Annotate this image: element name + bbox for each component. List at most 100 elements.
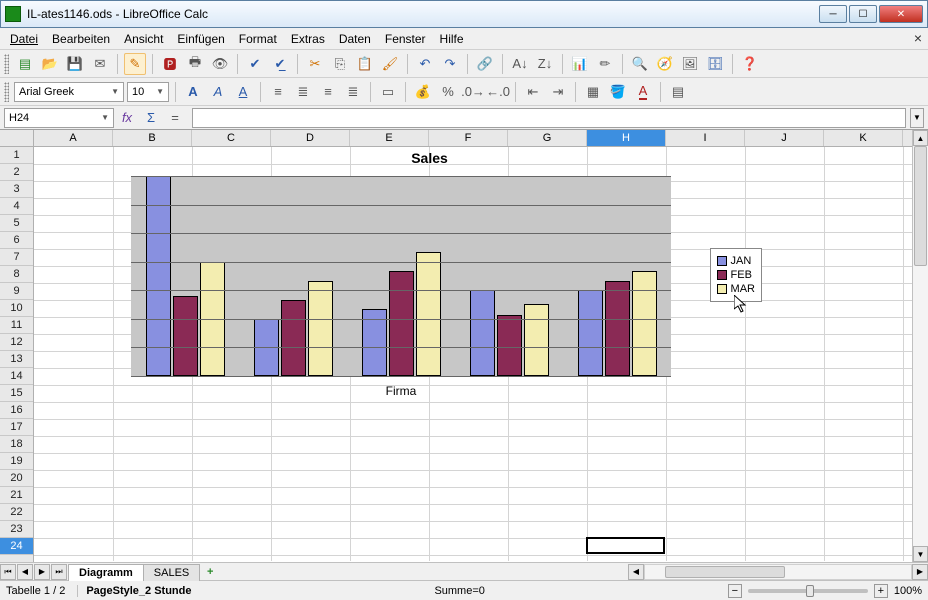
row-header-4[interactable]: 4 xyxy=(0,198,33,215)
chart-button[interactable]: 📊 xyxy=(569,53,591,75)
sum-button[interactable]: Σ xyxy=(140,107,162,129)
column-header-i[interactable]: I xyxy=(666,130,745,146)
row-header-1[interactable]: 1 xyxy=(0,147,33,164)
tab-next-button[interactable]: ▶ xyxy=(34,564,50,580)
row-header-6[interactable]: 6 xyxy=(0,232,33,249)
equals-button[interactable]: = xyxy=(164,107,186,129)
row-header-7[interactable]: 7 xyxy=(0,249,33,266)
paste-button[interactable]: 📋 xyxy=(354,53,376,75)
save-button[interactable]: 💾 xyxy=(64,53,86,75)
row-header-10[interactable]: 10 xyxy=(0,300,33,317)
merge-cells-button[interactable]: ▭ xyxy=(377,81,399,103)
scroll-thumb[interactable] xyxy=(914,146,927,266)
column-header-g[interactable]: G xyxy=(508,130,587,146)
vertical-scrollbar[interactable]: ▲ ▼ xyxy=(912,130,928,562)
function-wizard-button[interactable]: fx xyxy=(116,107,138,129)
toggle-grid-button[interactable]: ▤ xyxy=(667,81,689,103)
row-header-13[interactable]: 13 xyxy=(0,351,33,368)
scroll-left-button[interactable]: ◀ xyxy=(628,564,644,580)
export-pdf-button[interactable]: 🅿 xyxy=(159,53,181,75)
italic-button[interactable]: A xyxy=(207,81,229,103)
cell-grid[interactable]: Sales Firma JAN FEB MAR xyxy=(34,147,912,561)
find-button[interactable]: 🔍 xyxy=(629,53,651,75)
toolbar-grip[interactable] xyxy=(4,82,9,102)
menu-bearbeiten[interactable]: Bearbeiten xyxy=(46,30,116,48)
show-draw-button[interactable]: ✏ xyxy=(594,53,616,75)
sheet-tab-sales[interactable]: SALES xyxy=(143,564,200,581)
column-header-k[interactable]: K xyxy=(824,130,903,146)
menu-datei[interactable]: Datei xyxy=(4,30,44,48)
borders-button[interactable]: ▦ xyxy=(582,81,604,103)
redo-button[interactable]: ↷ xyxy=(439,53,461,75)
add-sheet-button[interactable]: + xyxy=(203,565,217,579)
font-size-combo[interactable]: 10▼ xyxy=(127,82,169,102)
row-header-24[interactable]: 24 xyxy=(0,538,33,555)
edit-mode-button[interactable]: ✎ xyxy=(124,53,146,75)
row-header-15[interactable]: 15 xyxy=(0,385,33,402)
row-header-18[interactable]: 18 xyxy=(0,436,33,453)
column-header-a[interactable]: A xyxy=(34,130,113,146)
datasources-button[interactable]: 🗄 xyxy=(704,53,726,75)
sheet-tab-diagramm[interactable]: Diagramm xyxy=(68,564,144,581)
menu-format[interactable]: Format xyxy=(233,30,283,48)
align-center-button[interactable]: ≣ xyxy=(292,81,314,103)
add-decimal-button[interactable]: .0→ xyxy=(462,81,484,103)
row-header-16[interactable]: 16 xyxy=(0,402,33,419)
select-all-corner[interactable] xyxy=(0,130,33,147)
column-header-f[interactable]: F xyxy=(429,130,508,146)
scroll-right-button[interactable]: ▶ xyxy=(912,564,928,580)
row-header-8[interactable]: 8 xyxy=(0,266,33,283)
window-minimize-button[interactable]: ─ xyxy=(819,5,847,23)
menu-fenster[interactable]: Fenster xyxy=(379,30,432,48)
doc-close-button[interactable]: × xyxy=(914,30,922,46)
menu-ansicht[interactable]: Ansicht xyxy=(118,30,169,48)
menu-extras[interactable]: Extras xyxy=(285,30,331,48)
column-header-h[interactable]: H xyxy=(587,130,666,146)
menu-daten[interactable]: Daten xyxy=(333,30,377,48)
increase-indent-button[interactable]: ⇥ xyxy=(547,81,569,103)
zoom-in-button[interactable]: + xyxy=(874,584,888,598)
sort-asc-button[interactable]: A↓ xyxy=(509,53,531,75)
undo-button[interactable]: ↶ xyxy=(414,53,436,75)
open-button[interactable]: 📂 xyxy=(39,53,61,75)
status-sum[interactable]: Summe=0 xyxy=(434,585,484,597)
spellcheck-button[interactable]: ✔ xyxy=(244,53,266,75)
column-header-b[interactable]: B xyxy=(113,130,192,146)
format-paint-button[interactable]: 🖌 xyxy=(379,53,401,75)
font-name-combo[interactable]: Arial Greek▼ xyxy=(14,82,124,102)
zoom-slider[interactable] xyxy=(748,589,868,593)
row-header-22[interactable]: 22 xyxy=(0,504,33,521)
row-header-21[interactable]: 21 xyxy=(0,487,33,504)
row-header-17[interactable]: 17 xyxy=(0,419,33,436)
column-header-d[interactable]: D xyxy=(271,130,350,146)
print-button[interactable]: 🖶 xyxy=(184,53,206,75)
window-maximize-button[interactable]: ☐ xyxy=(849,5,877,23)
bgcolor-button[interactable]: 🪣 xyxy=(607,81,629,103)
column-header-j[interactable]: J xyxy=(745,130,824,146)
row-header-20[interactable]: 20 xyxy=(0,470,33,487)
row-header-2[interactable]: 2 xyxy=(0,164,33,181)
row-header-5[interactable]: 5 xyxy=(0,215,33,232)
bold-button[interactable]: A xyxy=(182,81,204,103)
align-right-button[interactable]: ≡ xyxy=(317,81,339,103)
tab-prev-button[interactable]: ◀ xyxy=(17,564,33,580)
zoom-value[interactable]: 100% xyxy=(894,585,922,597)
horizontal-scrollbar[interactable]: ◀ ▶ xyxy=(628,564,928,580)
scroll-up-button[interactable]: ▲ xyxy=(913,130,928,146)
new-doc-button[interactable]: ▤ xyxy=(14,53,36,75)
help-button[interactable]: ❓ xyxy=(739,53,761,75)
scroll-down-button[interactable]: ▼ xyxy=(913,546,928,562)
scroll-thumb[interactable] xyxy=(665,566,785,578)
gallery-button[interactable]: 🖼 xyxy=(679,53,701,75)
column-header-c[interactable]: C xyxy=(192,130,271,146)
window-close-button[interactable]: ✕ xyxy=(879,5,923,23)
hyperlink-button[interactable]: 🔗 xyxy=(474,53,496,75)
tab-first-button[interactable]: ⏮ xyxy=(0,564,16,580)
autospell-button[interactable]: ✔̲ xyxy=(269,53,291,75)
fontcolor-button[interactable]: A xyxy=(632,81,654,103)
menu-einfuegen[interactable]: Einfügen xyxy=(171,30,230,48)
sort-desc-button[interactable]: Z↓ xyxy=(534,53,556,75)
underline-button[interactable]: A xyxy=(232,81,254,103)
print-preview-button[interactable]: 👁 xyxy=(209,53,231,75)
toolbar-grip[interactable] xyxy=(4,54,9,74)
